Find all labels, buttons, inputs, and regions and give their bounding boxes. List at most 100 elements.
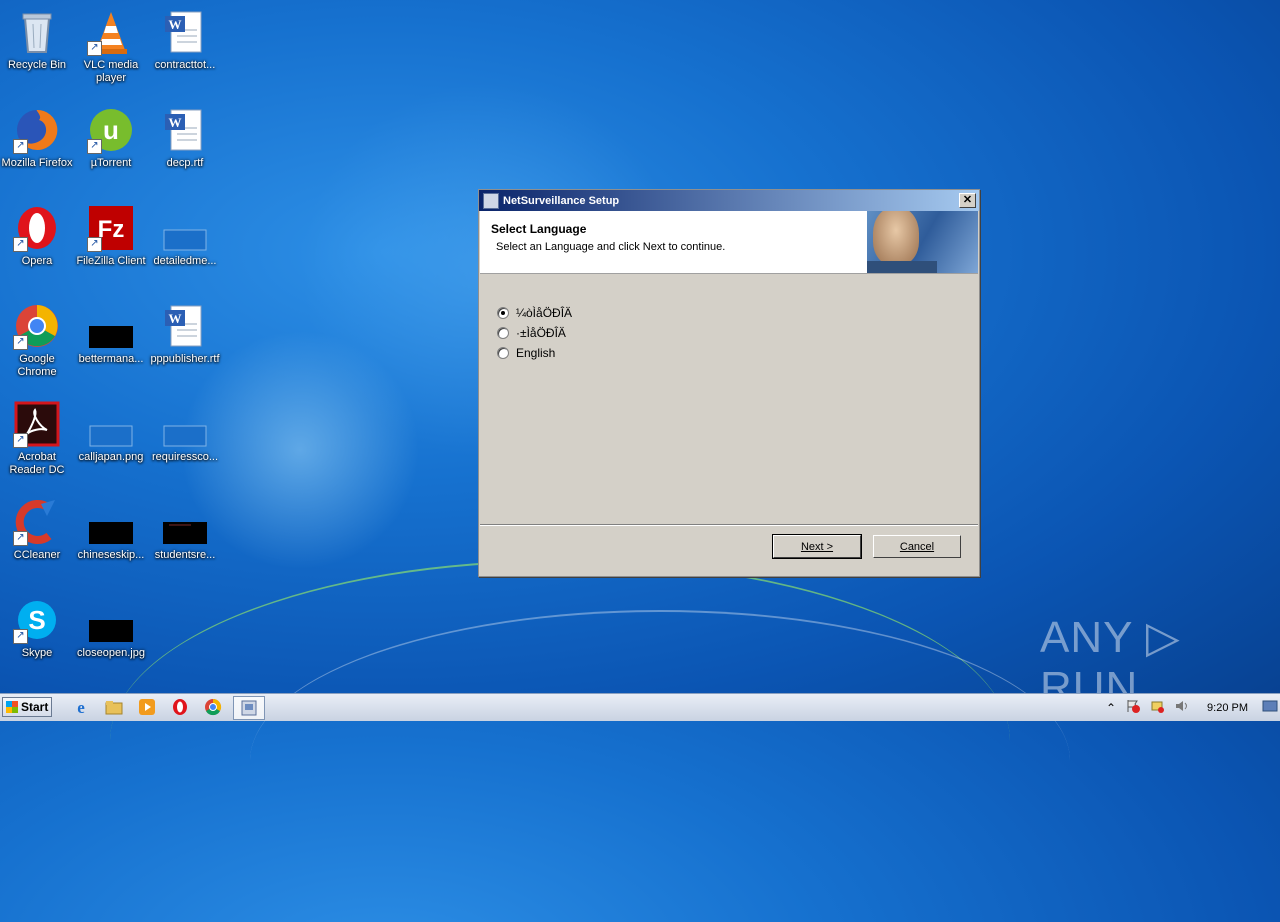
image-file-icon [87,400,135,448]
desktop-icon-label: detailedme... [153,255,217,267]
wallpaper-wave [110,560,1010,922]
desktop-icon-label: Acrobat Reader DC [9,451,65,476]
dialog-heading: Select Language [491,222,587,236]
dialog-subheading: Select an Language and click Next to con… [496,241,726,253]
shortcut-arrow-icon: ↗ [13,139,28,154]
word-document-icon: W [161,106,209,154]
ccleaner-icon: ↗ [13,498,61,546]
image-file-icon [87,302,135,350]
desktop-icon-filezilla[interactable]: Fz ↗ FileZilla Client [74,200,148,268]
opera-icon: ↗ [13,204,61,252]
svg-text:e: e [77,698,85,716]
taskbar-setup-icon[interactable] [233,696,265,720]
taskbar-media-player-icon[interactable] [134,696,160,718]
image-file-icon [87,596,135,644]
desktop-icon-pppublisher[interactable]: W pppublisher.rtf [148,298,222,366]
svg-text:S: S [28,605,45,635]
desktop-icon-studentsre[interactable]: studentsre... [148,494,222,562]
volume-icon[interactable] [1174,699,1190,716]
desktop-icon-label: bettermana... [78,353,144,365]
svg-text:W: W [169,115,182,130]
start-button[interactable]: Start [2,697,52,717]
cancel-button[interactable]: Cancel [873,535,961,558]
shortcut-arrow-icon: ↗ [87,41,102,56]
desktop-icon-chineseskip[interactable]: chineseskip... [74,494,148,562]
desktop-icon-label: µTorrent [90,157,132,169]
desktop-icon-opera[interactable]: ↗ Opera [0,200,74,268]
dialog-title: NetSurveillance Setup [503,194,620,207]
dialog-titlebar[interactable]: NetSurveillance Setup ✕ [479,190,979,211]
desktop-icon-contracttot[interactable]: W contracttot... [148,4,222,72]
desktop-icon-label: chineseskip... [77,549,145,561]
language-option-traditional-chinese[interactable]: ·±ÌåÖÐÎÄ [497,326,566,340]
cancel-button-label: Cancel [899,540,935,553]
desktop-icon-requiressco[interactable]: requiressco... [148,396,222,464]
desktop-icon-acrobat[interactable]: ↗ Acrobat Reader DC [0,396,74,477]
image-file-icon [161,204,209,252]
taskbar-explorer-icon[interactable] [101,696,127,718]
acrobat-icon: ↗ [13,400,61,448]
word-document-icon: W [161,302,209,350]
setup-dialog: NetSurveillance Setup ✕ Select Language … [478,189,980,577]
desktop-icon-recycle-bin[interactable]: Recycle Bin [0,4,74,72]
desktop-icon-decp[interactable]: W decp.rtf [148,102,222,170]
header-banner-image [867,211,978,273]
tray-chevron-icon[interactable]: ⌃ [1106,701,1116,715]
skype-icon: S ↗ [13,596,61,644]
chrome-icon: ↗ [13,302,61,350]
radio-button[interactable] [497,327,509,339]
image-file-icon [161,498,209,546]
desktop-icon-label: decp.rtf [166,157,204,169]
taskbar: Start e ⌃ 9:20 PM [0,693,1280,721]
desktop-icon-label: Google Chrome [17,353,57,378]
desktop-icon-label: closeopen.jpg [77,647,145,659]
desktop-icon-label: Skype [21,647,53,659]
shortcut-arrow-icon: ↗ [13,433,28,448]
svg-text:u: u [103,115,119,145]
desktop-icon-label: Opera [21,255,53,267]
clock[interactable]: 9:20 PM [1207,702,1248,714]
desktop-icon-skype[interactable]: S ↗ Skype [0,592,74,660]
desktop-icon-chrome[interactable]: ↗ Google Chrome [0,298,74,379]
svg-text:W: W [169,17,182,32]
desktop-icon-ccleaner[interactable]: ↗ CCleaner [0,494,74,562]
desktop-icon-label: VLC media player [83,59,139,84]
firefox-icon: ↗ [13,106,61,154]
desktop-icon-label: Recycle Bin [7,59,67,71]
show-desktop-icon[interactable] [1262,700,1278,715]
taskbar-opera-icon[interactable] [167,696,193,718]
desktop-icon-closeopen[interactable]: closeopen.jpg [74,592,148,660]
language-option-label: English [516,346,556,360]
shortcut-arrow-icon: ↗ [13,335,28,350]
desktop-icon-detailedme[interactable]: detailedme... [148,200,222,268]
close-button[interactable]: ✕ [959,193,976,208]
language-option-label: ¼òÌåÖÐÎÄ [516,306,573,320]
action-center-flag-icon[interactable] [1126,699,1141,716]
shortcut-arrow-icon: ↗ [13,629,28,644]
language-option-simplified-chinese[interactable]: ¼òÌåÖÐÎÄ [497,306,572,320]
radio-button-selected[interactable] [497,307,509,319]
shortcut-arrow-icon: ↗ [87,139,102,154]
utorrent-icon: u ↗ [87,106,135,154]
desktop-icon-label: pppublisher.rtf [150,353,220,365]
setup-app-icon [483,192,499,209]
desktop-icon-label: calljapan.png [78,451,144,463]
next-button[interactable]: Next > [772,534,862,559]
desktop-icon-vlc[interactable]: ↗ VLC media player [74,4,148,85]
desktop-icon-bettermana[interactable]: bettermana... [74,298,148,366]
network-warning-icon[interactable] [1150,699,1165,716]
desktop-icon-label: CCleaner [13,549,61,561]
shortcut-arrow-icon: ↗ [13,531,28,546]
desktop-icon-label: Mozilla Firefox [1,157,73,169]
desktop-icon-label: studentsre... [154,549,216,561]
recycle-bin-icon [13,8,61,56]
footer-divider [480,524,978,526]
desktop-icon-utorrent[interactable]: u ↗ µTorrent [74,102,148,170]
language-option-english[interactable]: English [497,346,555,360]
taskbar-ie-icon[interactable]: e [68,696,94,718]
desktop-icon-calljapan[interactable]: calljapan.png [74,396,148,464]
taskbar-chrome-icon[interactable] [200,696,226,718]
person-collar-graphic [867,261,937,273]
desktop-icon-firefox[interactable]: ↗ Mozilla Firefox [0,102,74,170]
radio-button[interactable] [497,347,509,359]
